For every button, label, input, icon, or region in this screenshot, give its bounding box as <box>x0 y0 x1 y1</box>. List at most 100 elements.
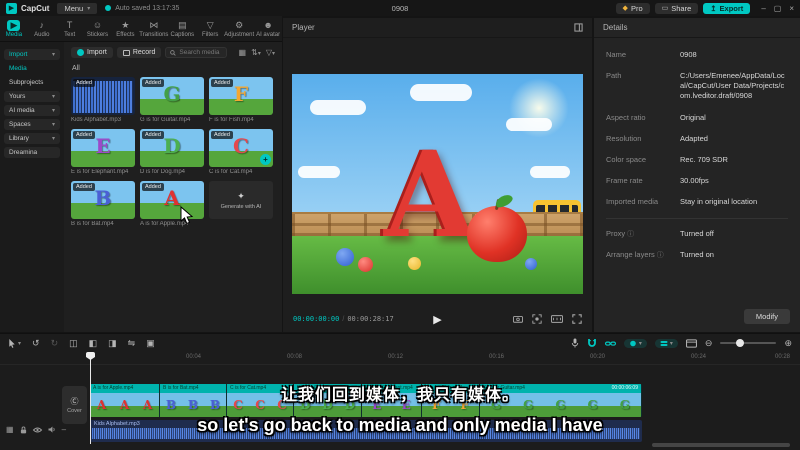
minimize-button[interactable]: – <box>761 4 765 13</box>
cloud-graphic <box>530 166 570 178</box>
added-badge: Added <box>73 131 95 139</box>
filter-all-label[interactable]: All <box>72 65 275 72</box>
voiceover-mic-icon[interactable] <box>571 338 579 348</box>
transitions-icon: ⋈ <box>149 19 159 30</box>
tab-media[interactable]: ▶ Media <box>0 19 28 38</box>
redo-button[interactable]: ↻ <box>51 338 59 349</box>
media-card-a-apple[interactable]: A Added A is for Apple.mp4 <box>140 181 204 227</box>
play-button[interactable]: ▶ <box>433 313 441 326</box>
chevron-down-icon: ▾ <box>51 136 55 142</box>
sidebar-item-spaces[interactable]: Spaces ▾ <box>4 119 60 130</box>
media-card-f-fish[interactable]: F Added F is for Fish.mp4 <box>209 77 273 123</box>
tab-transitions[interactable]: ⋈ Transitions <box>139 20 168 38</box>
zoom-in-button[interactable]: ⊕ <box>784 338 792 349</box>
app-name: CapCut <box>21 3 50 13</box>
project-title: 0908 <box>391 3 409 13</box>
tab-audio[interactable]: ♪ Audio <box>28 20 56 38</box>
auto-link-icon[interactable] <box>604 339 616 348</box>
slider-knob[interactable] <box>736 339 745 347</box>
menu-label: Menu <box>64 3 84 13</box>
preview-axis-icon <box>630 340 636 346</box>
filter-icon[interactable]: ▽▾ <box>266 48 275 57</box>
import-button[interactable]: Import <box>71 47 113 58</box>
sort-icon[interactable]: ⇅▾ <box>251 48 261 57</box>
chevron-down-icon: ▾ <box>51 52 55 58</box>
sidebar-item-ai-media[interactable]: AI media ▾ <box>4 105 60 116</box>
detail-row-color-space: Color space Rec. 709 SDR <box>606 154 728 164</box>
ratio-icon[interactable] <box>551 315 563 323</box>
generate-with-ai-card[interactable]: ✦ Generate with AI <box>209 181 273 227</box>
zoom-out-button[interactable]: ⊖ <box>705 338 713 349</box>
snap-magnet-icon[interactable] <box>587 338 597 348</box>
sidebar-item-dreamina[interactable]: Dreamina <box>4 147 60 158</box>
fullscreen-icon[interactable] <box>572 314 582 324</box>
search-input[interactable] <box>179 49 224 56</box>
record-button[interactable]: Record <box>116 47 162 58</box>
sparkle-icon: ✦ <box>237 190 245 201</box>
add-to-timeline-button[interactable]: + <box>260 154 271 165</box>
crop-button[interactable]: ▣ <box>146 338 155 349</box>
effects-icon: ★ <box>121 19 130 30</box>
share-button[interactable]: ▭ Share <box>654 2 699 14</box>
horizontal-scrollbar[interactable] <box>652 443 790 447</box>
sidebar-item-yours[interactable]: Yours ▾ <box>4 91 60 102</box>
timeline-ruler[interactable]: 00:04 00:08 00:12 00:16 00:20 00:24 00:2… <box>0 352 800 365</box>
added-badge: Added <box>211 131 233 139</box>
sidebar-item-subprojects[interactable]: Subprojects <box>4 77 60 88</box>
maximize-button[interactable]: ▢ <box>774 4 782 13</box>
text-icon: T <box>66 20 73 30</box>
mirror-button[interactable]: ⇋ <box>128 338 136 349</box>
panel-expand-icon[interactable] <box>574 23 583 32</box>
sidebar-item-media[interactable]: Media <box>4 63 60 74</box>
snapshot-icon[interactable] <box>513 315 523 323</box>
cloud-graphic <box>506 118 552 131</box>
track-height-toggle[interactable]: ▾ <box>654 338 678 348</box>
sidebar-item-library[interactable]: Library ▾ <box>4 133 60 144</box>
tab-stickers[interactable]: ☺ Stickers <box>84 20 112 38</box>
undo-button[interactable]: ↺ <box>32 338 40 349</box>
added-badge: Added <box>142 79 164 87</box>
subtitle-chinese: 让我们回到媒体，我只有媒体。 <box>280 387 519 404</box>
delete-left-button[interactable]: ◧ <box>89 338 98 349</box>
search-icon <box>170 49 177 56</box>
close-button[interactable]: × <box>789 4 794 13</box>
details-title: Details <box>603 23 628 32</box>
media-card-kids-alphabet[interactable]: Added Kids Alphabet.mp3 <box>71 77 135 123</box>
media-card-c-cat[interactable]: C Added + C is for Cat.mp4 <box>209 129 273 175</box>
tab-captions[interactable]: ▤ Captions <box>168 20 196 38</box>
timeline-zoom-slider[interactable] <box>720 339 777 347</box>
select-tool-button[interactable]: ▾ <box>8 338 21 348</box>
track-height-icon <box>660 340 668 346</box>
detail-row-path: Path C:/Users/Emenee/AppData/Local/CapCut… <box>606 71 785 101</box>
media-card-g-guitar[interactable]: G Added G is for Guitar.mp4 <box>140 77 204 123</box>
split-button[interactable]: ◫ <box>69 338 78 349</box>
delete-right-button[interactable]: ◨ <box>108 338 117 349</box>
media-panel: Import Record ▦ ⇅▾ ▽▾ All Added Kids Alp… <box>64 42 282 332</box>
pro-button[interactable]: ◆ Pro <box>615 2 650 14</box>
added-badge: Added <box>73 183 95 191</box>
tab-text[interactable]: T Text <box>56 20 84 38</box>
player-panel: Player A 00:00:00:00 / 00:00:28:17 ▶ <box>283 18 592 332</box>
share-label: Share <box>671 3 692 13</box>
modify-button[interactable]: Modify <box>743 309 790 324</box>
tab-filters[interactable]: ▽ Filters <box>196 20 224 38</box>
timeline-preview-icon[interactable] <box>685 338 697 348</box>
sidebar-item-import[interactable]: Import ▾ <box>4 49 60 60</box>
tab-ai-avatar[interactable]: ☻ AI avatar <box>254 20 282 38</box>
preview-quality-icon[interactable] <box>532 314 542 324</box>
divider <box>606 218 788 220</box>
media-card-d-dog[interactable]: D Added D is for Dog.mp4 <box>140 129 204 175</box>
autosave-dot-icon <box>105 5 112 11</box>
menu-button[interactable]: Menu ▾ <box>57 2 98 14</box>
preview-axis-toggle[interactable]: ▾ <box>623 338 647 348</box>
media-card-b-bat[interactable]: B Added B is for Bat.mp4 <box>71 181 135 227</box>
layout-grid-icon[interactable]: ▦ <box>239 48 247 57</box>
export-button[interactable]: ↥ Export <box>703 2 751 14</box>
tab-effects[interactable]: ★ Effects <box>111 20 139 38</box>
search-box[interactable] <box>165 47 228 58</box>
media-card-e-elephant[interactable]: E Added E is for Elephant.mp4 <box>71 129 135 175</box>
cloud-graphic <box>298 166 340 178</box>
tab-adjustment[interactable]: ⚙ Adjustment <box>224 20 254 38</box>
video-preview[interactable]: A <box>292 74 583 294</box>
adjustment-icon: ⚙ <box>235 19 244 30</box>
